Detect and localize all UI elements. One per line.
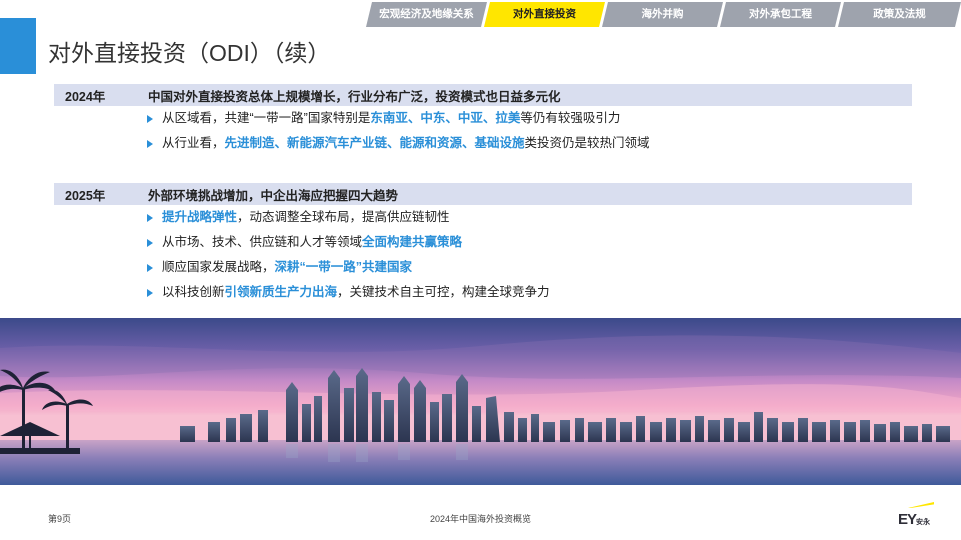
logo-beam-icon xyxy=(908,502,934,508)
bullet-item: 从市场、技术、供应链和人才等领域全面构建共赢策略 xyxy=(54,230,912,255)
section-year: 2024年 xyxy=(65,89,106,104)
ey-logo: EY安永 xyxy=(898,500,938,528)
bullet-triangle-icon xyxy=(147,214,153,222)
section-2024: 2024年 中国对外直接投资总体上规模增长，行业分布广泛，投资模式也日益多元化 … xyxy=(54,84,912,156)
bullet-item: 提升战略弹性，动态调整全球布局，提高供应链韧性 xyxy=(54,205,912,230)
tab-macro-economy[interactable]: 宏观经济及地缘关系 xyxy=(366,2,487,27)
section-header: 2024年 中国对外直接投资总体上规模增长，行业分布广泛，投资模式也日益多元化 xyxy=(54,84,912,106)
city-skyline-image xyxy=(0,318,961,485)
tab-overseas-contracting[interactable]: 对外承包工程 xyxy=(720,2,841,27)
section-header: 2025年 外部环境挑战增加，中企出海应把握四大趋势 xyxy=(54,183,912,205)
bullet-item: 从行业看，先进制造、新能源汽车产业链、能源和资源、基础设施类投资仍是较热门领域 xyxy=(54,131,912,156)
bullet-item: 顺应国家发展战略，深耕“一带一路”共建国家 xyxy=(54,255,912,280)
tab-odi[interactable]: 对外直接投资 xyxy=(484,2,605,27)
logo-text: EY xyxy=(898,511,917,528)
logo-subtext: 安永 xyxy=(916,519,931,526)
title-accent-bar xyxy=(0,18,36,74)
page-title: 对外直接投资（ODI）（续） xyxy=(48,40,331,66)
bullet-triangle-icon xyxy=(147,264,153,272)
section-year: 2025年 xyxy=(65,188,106,203)
tab-overseas-ma[interactable]: 海外并购 xyxy=(602,2,723,27)
bullet-item: 以科技创新引领新质生产力出海，关键技术自主可控，构建全球竞争力 xyxy=(54,280,912,305)
section-headline: 外部环境挑战增加，中企出海应把握四大趋势 xyxy=(148,188,399,203)
footer-title: 2024年中国海外投资概览 xyxy=(429,514,532,524)
bullet-triangle-icon xyxy=(147,115,153,123)
bullet-triangle-icon xyxy=(147,239,153,247)
bullet-triangle-icon xyxy=(147,289,153,297)
tab-policy-regulation[interactable]: 政策及法规 xyxy=(838,2,961,27)
bullet-triangle-icon xyxy=(147,140,153,148)
bullet-item: 从区域看，共建“一带一路”国家特别是东南亚、中东、中亚、拉美等仍有较强吸引力 xyxy=(54,106,912,131)
section-2025: 2025年 外部环境挑战增加，中企出海应把握四大趋势 提升战略弹性，动态调整全球… xyxy=(54,183,912,305)
section-nav-tabs: 宏观经济及地缘关系 对外直接投资 海外并购 对外承包工程 政策及法规 xyxy=(366,2,961,27)
section-headline: 中国对外直接投资总体上规模增长，行业分布广泛，投资模式也日益多元化 xyxy=(148,89,561,104)
